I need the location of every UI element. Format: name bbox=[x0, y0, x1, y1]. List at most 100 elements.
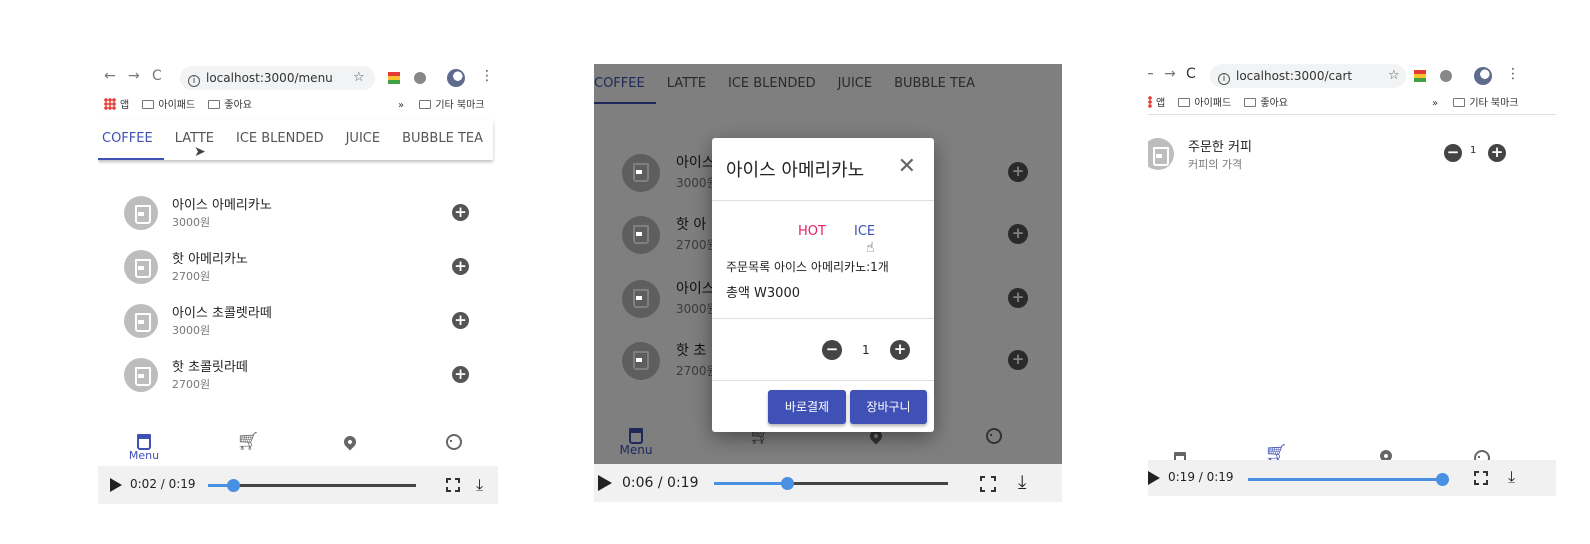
cart-icon: 🛒︎ bbox=[1264, 444, 1288, 460]
fullscreen-icon[interactable] bbox=[1474, 471, 1488, 485]
mouse-pointer-icon: ➤ bbox=[194, 144, 206, 160]
add-icon[interactable]: + bbox=[452, 204, 469, 221]
minus-icon[interactable]: − bbox=[822, 340, 842, 360]
back-icon[interactable]: ← bbox=[104, 68, 116, 84]
quantity-value: 1 bbox=[862, 343, 870, 357]
video-progress-fill bbox=[1248, 478, 1442, 481]
fullscreen-icon[interactable] bbox=[980, 476, 996, 492]
face-icon bbox=[1474, 450, 1490, 460]
order-summary: 주문목록 아이스 아메리카노:1개 bbox=[726, 260, 889, 274]
extension-icon[interactable] bbox=[1414, 70, 1426, 82]
download-icon[interactable]: ⤓ bbox=[1508, 467, 1515, 487]
video-time: 0:06 / 0:19 bbox=[622, 475, 699, 491]
nav-menu[interactable]: Menu bbox=[124, 432, 164, 462]
buy-now-button[interactable]: 바로결제 bbox=[768, 390, 846, 424]
info-icon[interactable]: i bbox=[188, 75, 200, 87]
reload-icon[interactable]: C bbox=[1186, 66, 1196, 82]
video-seek-bar[interactable] bbox=[714, 477, 948, 490]
extension-icon[interactable] bbox=[388, 72, 400, 84]
more-menu-icon[interactable]: ⋮ bbox=[480, 68, 494, 84]
extension-bug-icon[interactable] bbox=[414, 72, 426, 84]
hot-option-button[interactable]: HOT bbox=[798, 224, 826, 239]
bookmark-ipad[interactable]: 아이패드 bbox=[1194, 98, 1231, 109]
profile-avatar-icon[interactable] bbox=[447, 69, 465, 87]
folder-icon bbox=[142, 100, 155, 109]
bookmark-star-icon[interactable]: ☆ bbox=[1388, 68, 1400, 83]
nav-location[interactable] bbox=[330, 432, 370, 451]
bookmark-apps[interactable]: 앱 bbox=[120, 100, 129, 111]
location-pin-icon bbox=[1377, 447, 1395, 460]
download-icon[interactable]: ⤓ bbox=[1018, 471, 1026, 493]
fullscreen-icon[interactable] bbox=[446, 478, 460, 492]
folder-icon bbox=[208, 100, 221, 109]
video-seek-bar[interactable] bbox=[1248, 473, 1449, 486]
menu-item[interactable]: 아이스 초콜렛라떼 3000원 + bbox=[124, 300, 498, 346]
other-bookmarks[interactable]: » 기타 북마크 bbox=[1432, 94, 1519, 109]
play-icon[interactable] bbox=[1148, 471, 1160, 485]
bookmark-ipad[interactable]: 아이패드 bbox=[158, 100, 195, 111]
download-icon[interactable]: ⤓ bbox=[476, 475, 483, 495]
divider bbox=[1148, 114, 1556, 115]
bookmark-more-chevron[interactable]: » bbox=[1432, 98, 1438, 109]
bookmark-star-icon[interactable]: ☆ bbox=[353, 70, 365, 85]
add-icon[interactable]: + bbox=[452, 366, 469, 383]
add-icon[interactable]: + bbox=[452, 312, 469, 329]
nav-cart[interactable]: 🛒︎ bbox=[1256, 444, 1296, 460]
cart-item-price: 커피의 가격 bbox=[1188, 158, 1243, 171]
video-seek-bar[interactable] bbox=[208, 479, 416, 492]
bottom-navigation: 🛒︎ bbox=[1148, 444, 1556, 460]
play-icon[interactable] bbox=[110, 478, 122, 492]
apps-icon[interactable] bbox=[104, 98, 116, 110]
tab-juice[interactable]: JUICE bbox=[335, 120, 391, 160]
extension-bug-icon[interactable] bbox=[1440, 70, 1452, 82]
menu-item-price: 2700원 bbox=[172, 378, 211, 391]
plus-icon[interactable]: + bbox=[890, 340, 910, 360]
bookmark-likes[interactable]: 좋아요 bbox=[224, 100, 252, 111]
folder-icon bbox=[1178, 98, 1191, 107]
bookmark-more-chevron[interactable]: » bbox=[398, 100, 404, 111]
more-menu-icon[interactable]: ⋮ bbox=[1506, 66, 1520, 82]
tab-bubble-tea[interactable]: BUBBLE TEA bbox=[391, 120, 494, 160]
nav-profile[interactable] bbox=[434, 432, 474, 450]
tab-ice-blended[interactable]: ICE BLENDED bbox=[225, 120, 335, 160]
dialog-title: 아이스 아메리카노 bbox=[726, 160, 865, 181]
menu-item[interactable]: 핫 아메리카노 2700원 + bbox=[124, 246, 498, 292]
video-time: 0:19 / 0:19 bbox=[1168, 470, 1234, 484]
info-icon[interactable]: i bbox=[1218, 73, 1230, 85]
back-icon[interactable]: ← bbox=[1148, 66, 1154, 82]
nav-profile[interactable] bbox=[1462, 450, 1502, 460]
tab-coffee[interactable]: COFFEE bbox=[98, 120, 164, 160]
plus-icon[interactable]: + bbox=[1488, 144, 1506, 162]
ice-option-button[interactable]: ICE bbox=[854, 224, 875, 239]
add-to-cart-button[interactable]: 장바구니 bbox=[850, 390, 927, 424]
browser-chrome: ← → C i localhost:3000/cart ☆ ⋮ 앱 아이패드 좋아… bbox=[1148, 62, 1556, 115]
add-icon[interactable]: + bbox=[452, 258, 469, 275]
apps-icon[interactable] bbox=[1148, 96, 1152, 108]
nav-menu[interactable] bbox=[1160, 450, 1200, 460]
close-icon[interactable]: ✕ bbox=[898, 154, 916, 179]
video-seek-knob[interactable] bbox=[226, 479, 240, 492]
menu-screen: ← → C i localhost:3000/menu ☆ ⋮ 앱 아이패드 좋아… bbox=[98, 62, 498, 504]
profile-avatar-icon[interactable] bbox=[1474, 67, 1492, 85]
video-seek-knob[interactable] bbox=[1436, 473, 1449, 486]
cup-icon bbox=[137, 434, 151, 450]
video-controls: 0:19 / 0:19 ⤓ bbox=[1148, 460, 1556, 496]
forward-icon[interactable]: → bbox=[1164, 66, 1176, 82]
address-bar[interactable]: i localhost:3000/menu bbox=[180, 66, 375, 90]
video-seek-knob[interactable] bbox=[780, 477, 794, 490]
nav-location[interactable] bbox=[1366, 447, 1406, 460]
pointer-hand-icon: ☝ bbox=[866, 240, 875, 256]
minus-icon[interactable]: − bbox=[1444, 144, 1462, 162]
other-bookmarks[interactable]: » 기타 북마크 bbox=[398, 96, 485, 111]
forward-icon[interactable]: → bbox=[128, 68, 140, 84]
play-icon[interactable] bbox=[598, 475, 612, 491]
address-bar[interactable]: i localhost:3000/cart bbox=[1210, 64, 1406, 88]
menu-item[interactable]: 핫 초콜릿라떼 2700원 + bbox=[124, 354, 498, 400]
bookmark-likes[interactable]: 좋아요 bbox=[1260, 98, 1288, 109]
reload-icon[interactable]: C bbox=[152, 68, 162, 84]
bottom-navigation: Menu 🛒︎ bbox=[98, 428, 498, 468]
menu-item[interactable]: 아이스 아메리카노 3000원 + bbox=[124, 192, 498, 238]
nav-cart[interactable]: 🛒︎ bbox=[228, 432, 268, 452]
menu-item-name: 핫 초콜릿라떼 bbox=[172, 360, 248, 375]
bookmark-apps[interactable]: 앱 bbox=[1156, 98, 1165, 109]
